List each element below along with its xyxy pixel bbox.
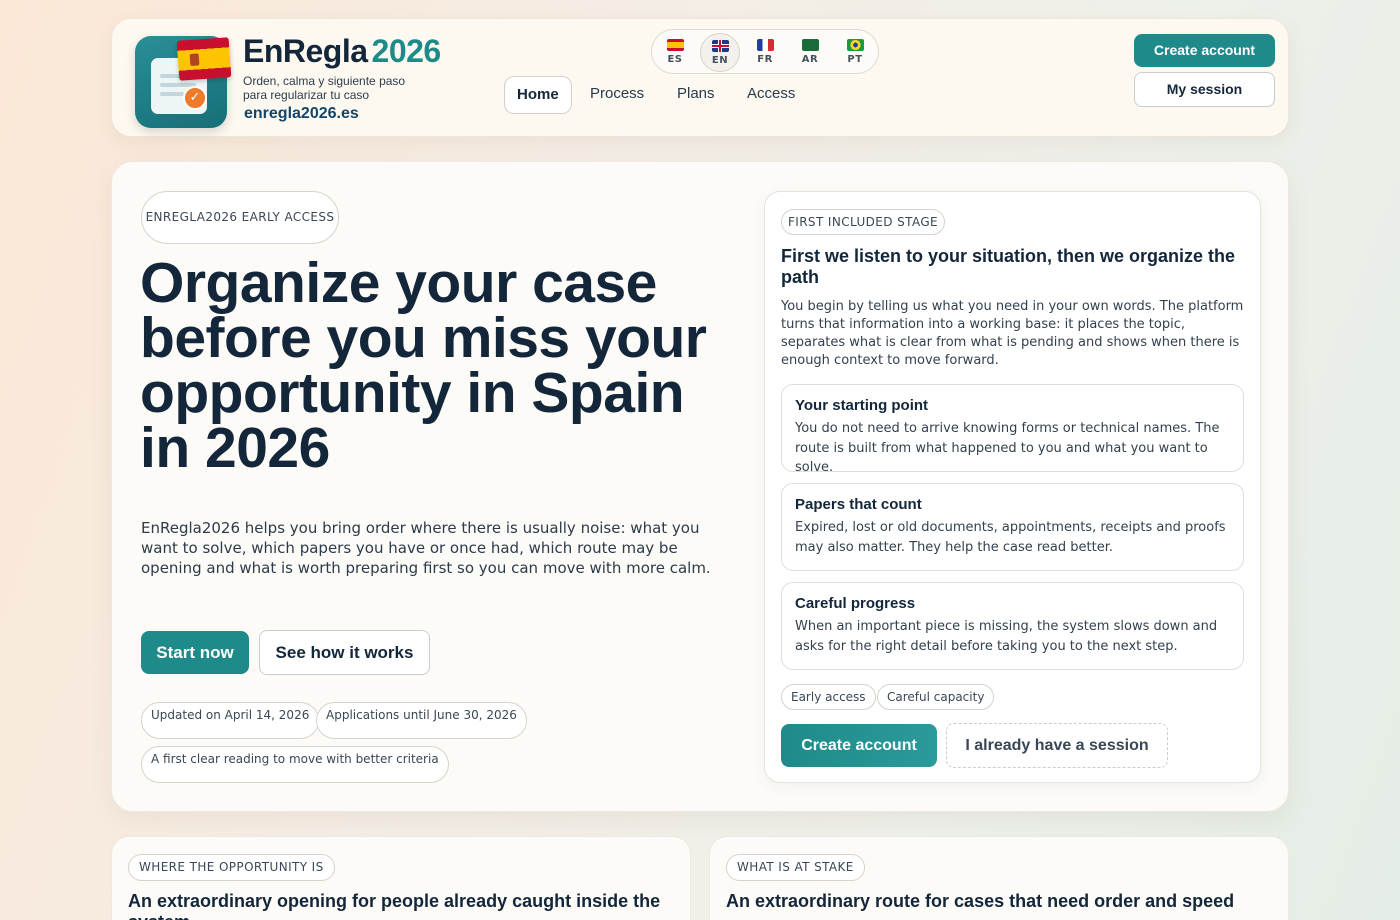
opportunity-title: An extraordinary opening for people alre… [128, 891, 661, 920]
nav-home[interactable]: Home [504, 76, 572, 114]
point-text: When an important piece is missing, the … [795, 619, 1218, 654]
stage-create-account-button[interactable]: Create account [781, 724, 937, 767]
start-now-button[interactable]: Start now [141, 631, 249, 674]
language-option-es[interactable]: ES [655, 33, 695, 72]
hero-eyebrow-badge: ENREGLA2026 EARLY ACCESS [141, 191, 339, 244]
language-option-pt[interactable]: PT [835, 33, 875, 72]
flag-sa-icon [801, 39, 819, 51]
create-account-button[interactable]: Create account [1134, 34, 1275, 67]
flag-fr-icon [756, 39, 774, 51]
point-progress: Careful progress When an important piece… [781, 582, 1244, 670]
flag-es-icon [666, 39, 684, 51]
stage-eyebrow-badge: FIRST INCLUDED STAGE [781, 209, 945, 235]
brand-tagline: Orden, calma y siguiente paso para regul… [243, 74, 406, 102]
stage-description: You begin by telling us what you need in… [781, 299, 1244, 368]
language-option-ar[interactable]: AR [790, 33, 830, 72]
point-text: Expired, lost or old documents, appointm… [795, 520, 1226, 555]
first-stage-card: FIRST INCLUDED STAGE First we listen to … [764, 191, 1261, 783]
hero-section: ENREGLA2026 EARLY ACCESS Organize your c… [111, 161, 1289, 812]
stakes-title: An extraordinary route for cases that ne… [726, 891, 1235, 911]
language-option-fr[interactable]: FR [745, 33, 785, 72]
nav-access[interactable]: Access [747, 76, 795, 114]
flag-br-icon [846, 39, 864, 51]
spain-flag-icon [176, 37, 232, 81]
hero-title: Organize your case before you miss your … [140, 251, 707, 480]
see-how-it-works-button[interactable]: See how it works [259, 630, 430, 675]
point-title: Your starting point [795, 397, 929, 414]
my-session-button[interactable]: My session [1134, 72, 1275, 107]
language-option-en[interactable]: EN [700, 33, 740, 72]
brand-domain: enregla2026.es [244, 105, 359, 122]
nav-process[interactable]: Process [590, 76, 644, 114]
nav-plans[interactable]: Plans [677, 76, 715, 114]
point-papers: Papers that count Expired, lost or old d… [781, 483, 1244, 571]
reading-badge: A first clear reading to move with bette… [141, 746, 449, 783]
flag-uk-icon [711, 40, 729, 52]
site-header: ✓ EnRegla 2026 Orden, calma y siguiente p… [111, 18, 1289, 137]
language-selector: ES EN FR AR PT [651, 29, 879, 74]
updated-date-badge: Updated on April 14, 2026 [141, 702, 320, 739]
point-title: Papers that count [795, 496, 922, 513]
opportunity-eyebrow: WHERE THE OPPORTUNITY IS [128, 854, 335, 881]
have-session-button[interactable]: I already have a session [946, 723, 1168, 768]
stakes-eyebrow: WHAT IS AT STAKE [726, 854, 865, 881]
stakes-card: WHAT IS AT STAKE An extraordinary route … [709, 836, 1289, 920]
brand-name[interactable]: EnRegla 2026 [243, 33, 441, 70]
stage-title: First we listen to your situation, then … [781, 246, 1236, 287]
checkmark-icon: ✓ [183, 86, 207, 110]
careful-capacity-tag: Careful capacity [877, 684, 995, 710]
point-title: Careful progress [795, 595, 916, 612]
point-starting: Your starting point You do not need to a… [781, 384, 1244, 475]
early-access-tag: Early access [781, 684, 876, 710]
opportunity-card: WHERE THE OPPORTUNITY IS An extraordinar… [111, 836, 691, 920]
point-text: You do not need to arrive knowing forms … [795, 421, 1220, 475]
deadline-badge: Applications until June 30, 2026 [316, 702, 527, 739]
hero-description: EnRegla2026 helps you bring order where … [141, 519, 711, 577]
